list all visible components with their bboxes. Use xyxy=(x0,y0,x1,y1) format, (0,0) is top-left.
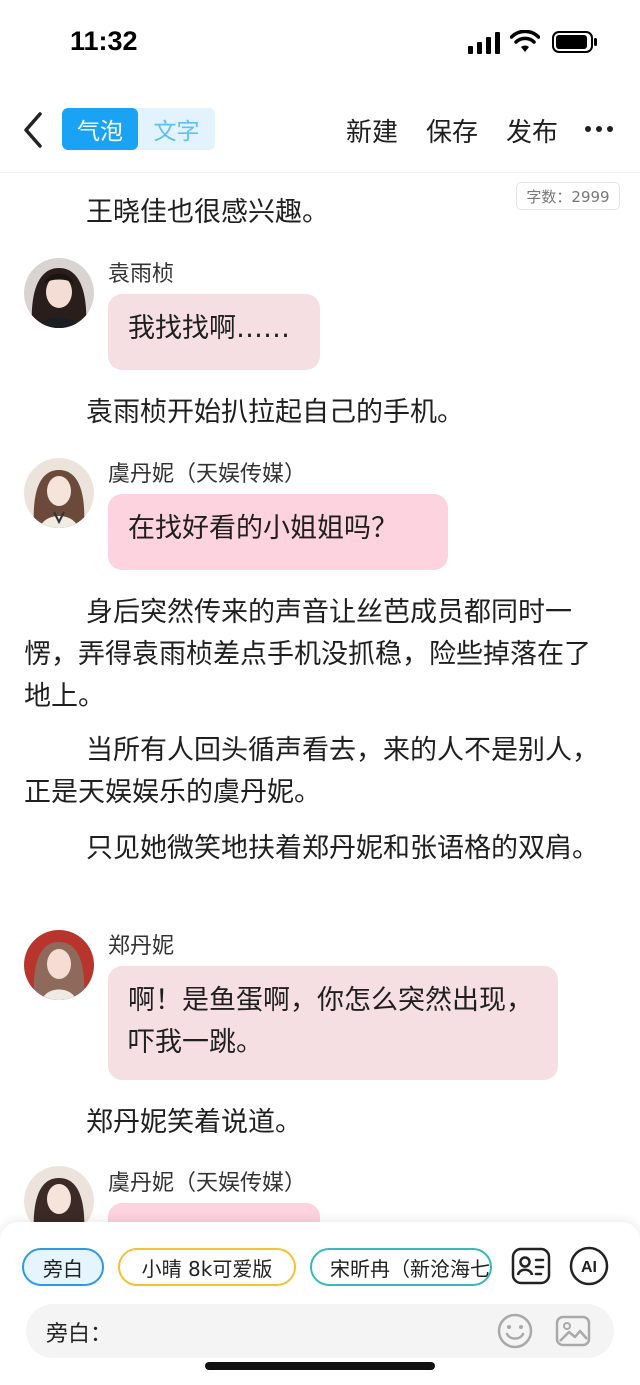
new-button[interactable]: 新建 xyxy=(346,112,398,149)
speaker-name: 郑丹妮 xyxy=(108,934,175,959)
wifi-icon xyxy=(510,30,540,52)
speaker-name: 虞丹妮（天娱传媒） xyxy=(108,462,307,487)
publish-button[interactable]: 发布 xyxy=(506,112,558,149)
avatar[interactable] xyxy=(24,258,94,328)
status-time: 11:32 xyxy=(70,26,138,56)
role-chip-narrator[interactable]: 旁白 xyxy=(22,1248,104,1286)
back-icon[interactable] xyxy=(18,108,50,152)
emoji-icon[interactable] xyxy=(496,1312,534,1350)
input-role-label: 旁白： xyxy=(46,1322,113,1347)
signal-icon xyxy=(468,32,500,54)
narration-paragraph[interactable]: 只见她微笑地扶着郑丹妮和张语格的双肩。 xyxy=(24,828,602,870)
contact-card-icon[interactable] xyxy=(510,1245,552,1287)
narration-paragraph[interactable]: 当所有人回头循声看去，来的人不是别人，正是天娱娱乐的虞丹妮。 xyxy=(24,730,602,814)
mode-text-tab[interactable]: 文字 xyxy=(138,108,215,150)
role-chip[interactable]: 宋昕冉（新沧海七 xyxy=(310,1248,492,1286)
save-button[interactable]: 保存 xyxy=(426,112,478,149)
mode-switch: 气泡 文字 xyxy=(62,108,215,150)
top-toolbar: 气泡 文字 新建 保存 发布 xyxy=(0,100,640,160)
battery-icon xyxy=(552,31,597,53)
status-bar: 11:32 xyxy=(0,0,640,86)
home-indicator xyxy=(205,1362,435,1370)
narration-paragraph[interactable]: 袁雨桢开始扒拉起自己的手机。 xyxy=(24,392,602,434)
narration-paragraph[interactable]: 郑丹妮笑着说道。 xyxy=(24,1102,602,1144)
svg-text:AI: AI xyxy=(581,1259,597,1276)
speaker-name: 虞丹妮（天娱传媒） xyxy=(108,1171,307,1196)
more-icon[interactable] xyxy=(585,126,613,132)
avatar[interactable] xyxy=(24,458,94,528)
image-icon[interactable] xyxy=(554,1312,592,1350)
mode-bubble-tab[interactable]: 气泡 xyxy=(62,108,138,150)
chat-bubble[interactable]: 在找好看的小姐姐吗？ xyxy=(108,494,448,570)
role-chip[interactable]: 小晴 8k可爱版 xyxy=(118,1248,296,1286)
narration-paragraph[interactable]: 身后突然传来的声音让丝芭成员都同时一愣，弄得袁雨桢差点手机没抓稳，险些掉落在了地… xyxy=(24,592,602,718)
chat-bubble[interactable]: 啊！是鱼蛋啊，你怎么突然出现，吓我一跳。 xyxy=(108,966,558,1080)
ai-icon[interactable]: AI xyxy=(568,1245,610,1287)
avatar[interactable] xyxy=(24,930,94,1000)
speaker-name: 袁雨桢 xyxy=(108,262,175,287)
divider xyxy=(0,172,640,173)
narration-paragraph[interactable]: 王晓佳也很感兴趣。 xyxy=(24,192,602,234)
chat-bubble[interactable]: 我找找啊…… xyxy=(108,294,320,370)
